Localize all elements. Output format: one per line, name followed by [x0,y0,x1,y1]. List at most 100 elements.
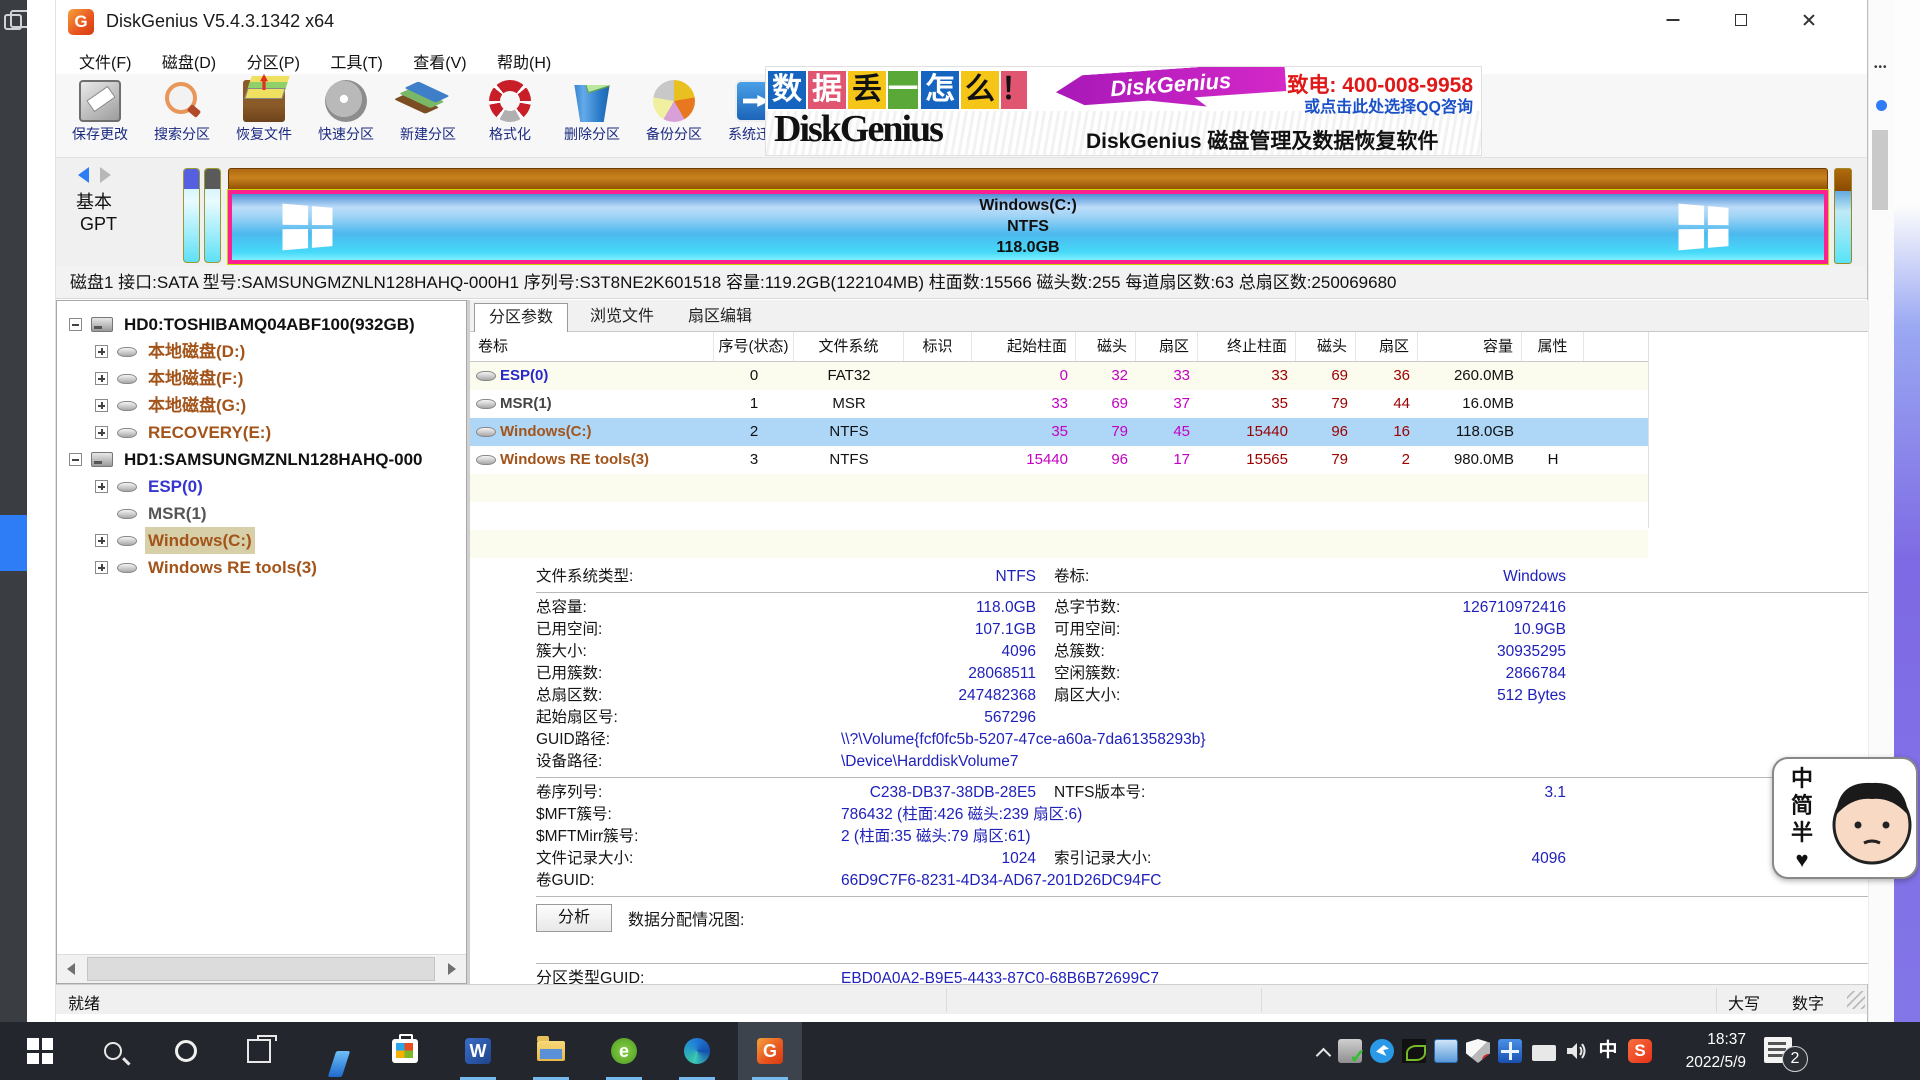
tab-partition-params[interactable]: 分区参数 [474,303,568,332]
analyze-button[interactable]: 分析 [536,904,612,932]
expand-icon[interactable] [95,372,108,385]
expand-icon[interactable] [95,561,108,574]
delete-partition-button[interactable]: 删除分区 [552,78,632,154]
tree-item-local-g[interactable]: 本地磁盘(G:) [57,392,466,419]
backup-partition-button[interactable]: 备份分区 [634,78,714,154]
file-explorer-icon [537,1041,565,1061]
ime-language-indicator[interactable]: 中 [1596,1039,1620,1063]
task-view-button[interactable] [227,1022,291,1080]
tree-item-esp[interactable]: ESP(0) [57,473,466,500]
minimize-button[interactable] [1644,0,1702,40]
resize-grip[interactable] [1847,991,1865,1009]
search-icon [104,1042,122,1060]
weiyun-tray-icon[interactable] [1370,1039,1394,1063]
tree-item-local-d[interactable]: 本地磁盘(D:) [57,338,466,365]
defender-tray-icon[interactable] [1466,1039,1490,1063]
ad-banner[interactable]: 数 据 丢 一 怎 么 ！ DiskGenius 致电: 400-008-995… [765,66,1482,156]
tab-sector-edit[interactable]: 扇区编辑 [674,303,766,332]
scroll-right-icon[interactable] [438,955,466,983]
table-row-msr[interactable]: MSR(1) 1MSR 336937 357944 16.0MB [470,390,1648,418]
pinned-edge[interactable] [665,1022,729,1080]
window-title: DiskGenius V5.4.3.1342 x64 [106,11,334,32]
windows-c-partition-bar[interactable]: Windows(C:) NTFS 118.0GB [228,190,1828,264]
table-row-esp[interactable]: ESP(0) 0FAT32 03233 336936 260.0MB [470,362,1648,390]
partition-icon [476,427,496,437]
new-partition-button[interactable]: 新建分区 [388,78,468,154]
save-icon [79,80,121,122]
menu-disk[interactable]: 磁盘(D) [149,44,229,78]
taskbar-search[interactable] [81,1022,145,1080]
menu-help[interactable]: 帮助(H) [484,44,564,78]
table-row-windows-re[interactable]: Windows RE tools(3) 3NTFS 154409617 1556… [470,446,1648,474]
tree-item-recovery-e[interactable]: RECOVERY(E:) [57,419,466,446]
toolbar: 保存更改 搜索分区 恢复文件 快速分区 新建分区 格式化 删除分区 备份分区 系… [56,74,1867,158]
quick-partition-button[interactable]: 快速分区 [306,78,386,154]
search-partition-button[interactable]: 搜索分区 [142,78,222,154]
window-switch-icon[interactable] [4,14,22,30]
scroll-left-icon[interactable] [57,955,85,983]
next-disk-icon[interactable] [100,167,111,183]
tab-browse-files[interactable]: 浏览文件 [576,303,668,332]
disk-header-strip [228,168,1828,192]
pinned-word[interactable]: W [446,1022,510,1080]
quick-partition-icon [325,80,367,122]
save-changes-button[interactable]: 保存更改 [60,78,140,154]
ime-status-widget[interactable]: 中 简 半 ♥ [1772,757,1918,879]
collapse-icon[interactable] [69,453,82,466]
recovery-partition-bar[interactable] [1834,168,1852,264]
close-icon [1802,13,1816,27]
windows-start-icon [27,1038,53,1064]
msr-partition-bar[interactable] [204,168,221,263]
menu-view[interactable]: 查看(V) [400,44,479,78]
table-row-windows-c-selected[interactable]: Windows(C:) 2NTFS 357945 154409616 118.0… [470,418,1648,446]
tree-item-hd1[interactable]: HD1:SAMSUNGMZNLN128HAHQ-000 [57,446,466,473]
printer-tray-icon[interactable] [1338,1039,1362,1063]
background-scrollbar[interactable] [1872,130,1888,210]
expand-icon[interactable] [95,480,108,493]
close-button[interactable] [1780,0,1838,40]
scrollbar-thumb[interactable] [87,957,435,981]
menu-tools[interactable]: 工具(T) [317,44,395,78]
disk-nav-arrows[interactable] [78,166,122,184]
intel-graphics-tray-icon[interactable] [1434,1039,1458,1063]
expand-icon[interactable] [95,426,108,439]
taskbar-diskgenius-active[interactable]: G [738,1022,802,1080]
maximize-button[interactable] [1712,0,1770,40]
sogou-tray-icon[interactable]: S [1628,1039,1652,1063]
expand-icon[interactable] [95,345,108,358]
battery-icon[interactable] [1530,1039,1556,1063]
tree-horizontal-scrollbar[interactable] [57,954,466,983]
more-options-icon[interactable] [1874,70,1888,74]
volume-icon[interactable] [1564,1039,1588,1063]
pinned-360-browser[interactable]: e [592,1022,656,1080]
tree-item-msr[interactable]: MSR(1) [57,500,466,527]
nvidia-tray-icon[interactable] [1402,1039,1426,1063]
tree-item-hd0[interactable]: HD0:TOSHIBAMQ04ABF100(932GB) [57,311,466,338]
tree-item-windows-c[interactable]: Windows(C:) [57,527,466,554]
taskbar-clock[interactable]: 18:37 2022/5/9 [1660,1028,1746,1074]
expand-icon[interactable] [95,399,108,412]
harddisk-icon [91,452,113,467]
banner-tagline: DiskGenius 磁盘管理及数据恢复软件 [1086,125,1438,155]
hidden-icons-chevron[interactable] [1316,1044,1330,1058]
prev-disk-icon[interactable] [78,167,89,183]
tree-item-local-f[interactable]: 本地磁盘(F:) [57,365,466,392]
partition-icon [117,428,137,438]
tree-item-windows-re[interactable]: Windows RE tools(3) [57,554,466,581]
format-button[interactable]: 格式化 [470,78,550,154]
menu-partition[interactable]: 分区(P) [234,44,313,78]
pinned-flash[interactable] [300,1022,364,1080]
pinned-file-explorer[interactable] [519,1022,583,1080]
pinned-store[interactable] [373,1022,437,1080]
snowflake-tray-icon[interactable] [1498,1039,1522,1063]
start-button[interactable] [8,1022,72,1080]
menu-file[interactable]: 文件(F) [66,44,144,78]
recover-files-button[interactable]: 恢复文件 [224,78,304,154]
word-icon: W [465,1038,491,1064]
expand-icon[interactable] [95,534,108,547]
banner-qq-link[interactable]: 或点击此处选择QQ咨询 [1304,93,1473,117]
collapse-icon[interactable] [69,318,82,331]
esp-partition-bar[interactable] [183,168,200,263]
cortana-button[interactable] [154,1022,218,1080]
partition-icon [117,536,137,546]
